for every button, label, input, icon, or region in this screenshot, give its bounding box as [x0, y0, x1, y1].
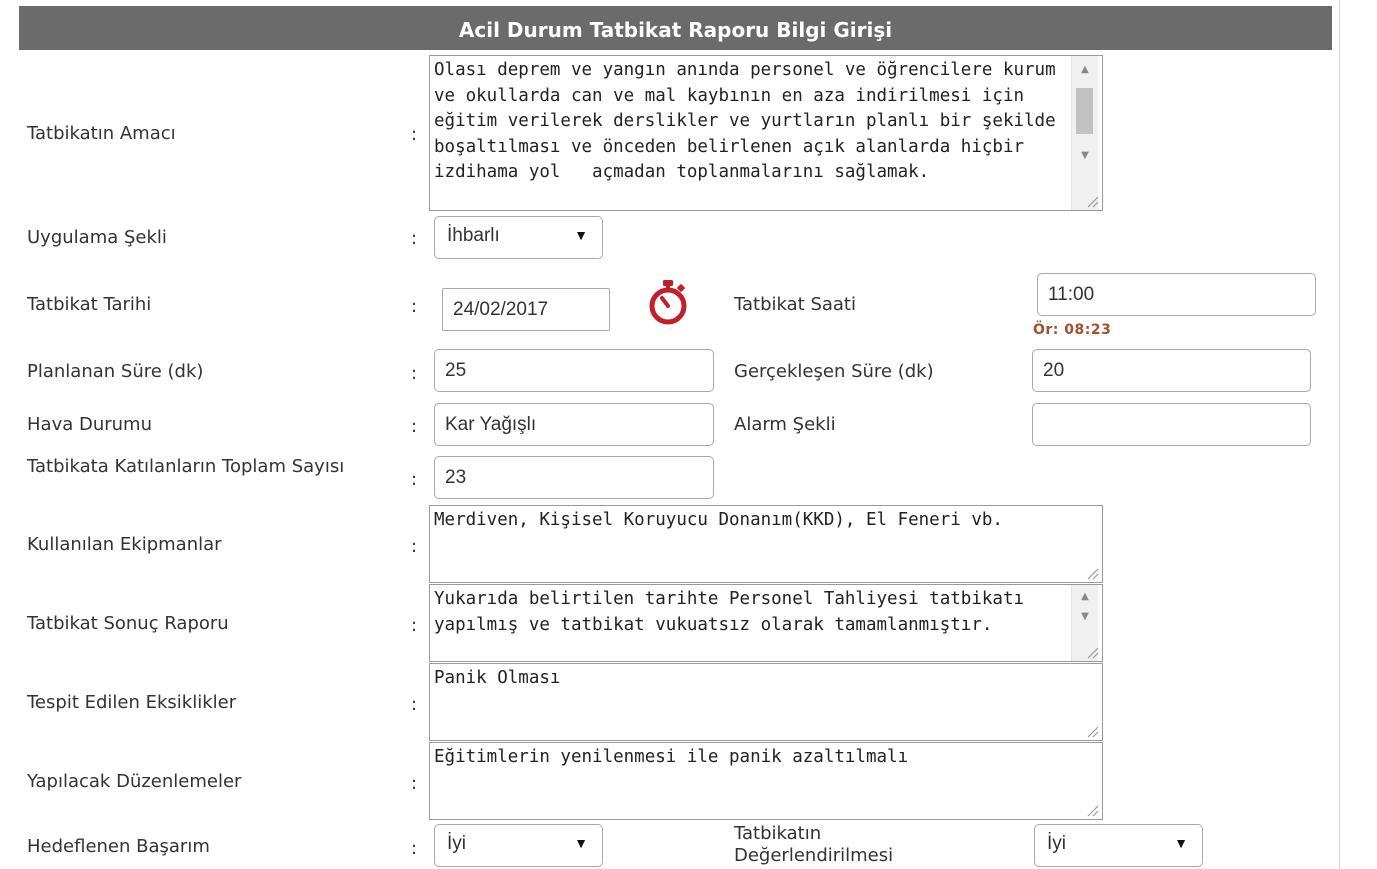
resize-grip-icon[interactable] — [1085, 566, 1099, 580]
scroll-down-icon[interactable]: ▼ — [1072, 150, 1098, 161]
alarm-type-label: Alarm Şekli — [734, 414, 836, 435]
purpose-label: Tatbikatın Amacı — [27, 123, 176, 144]
target-success-select[interactable]: İyi ▼ — [434, 824, 603, 867]
alarm-type-input[interactable] — [1032, 403, 1311, 446]
dropdown-arrow-icon: ▼ — [574, 227, 588, 243]
drill-date-label: Tatbikat Tarihi — [27, 294, 152, 315]
scroll-thumb[interactable] — [1076, 88, 1093, 134]
evaluation-select[interactable]: İyi ▼ — [1034, 824, 1203, 867]
colon: : — [411, 416, 418, 437]
scroll-up-icon[interactable]: ▲ — [1072, 64, 1098, 75]
form-title: Acil Durum Tatbikat Raporu Bilgi Girişi — [19, 6, 1332, 50]
weather-input[interactable] — [434, 403, 714, 446]
equipment-label: Kullanılan Ekipmanlar — [27, 534, 222, 555]
time-format-hint: Ör: 08:23 — [1033, 322, 1112, 338]
weather-label: Hava Durumu — [27, 414, 152, 435]
resize-grip-icon[interactable] — [1085, 645, 1099, 659]
drill-date-input[interactable] — [442, 288, 610, 331]
participants-input[interactable] — [434, 456, 714, 499]
participants-label: Tatbikata Katılanların Toplam Sayısı — [27, 456, 345, 477]
colon: : — [411, 296, 418, 317]
drill-time-label: Tatbikat Saati — [734, 294, 856, 315]
purpose-scrollbar[interactable]: ▲ ▼ — [1071, 56, 1098, 210]
application-type-select[interactable]: İhbarlı ▼ — [434, 216, 603, 259]
stopwatch-icon[interactable] — [643, 277, 693, 327]
colon: : — [411, 615, 418, 636]
colon: : — [411, 536, 418, 557]
actual-duration-label: Gerçekleşen Süre (dk) — [734, 361, 934, 382]
actual-duration-input[interactable] — [1032, 349, 1311, 392]
drill-time-input[interactable] — [1037, 273, 1316, 316]
target-success-label: Hedeflenen Başarım — [27, 836, 210, 857]
application-type-value: İhbarlı — [447, 225, 500, 246]
planned-duration-input[interactable] — [434, 349, 714, 392]
scroll-up-icon[interactable]: ▲ — [1072, 591, 1098, 602]
resize-grip-icon[interactable] — [1085, 724, 1099, 738]
drill-report-form: Acil Durum Tatbikat Raporu Bilgi Girişi … — [19, 6, 1332, 869]
scroll-down-icon[interactable]: ▼ — [1072, 611, 1098, 622]
resize-grip-icon[interactable] — [1085, 803, 1099, 817]
target-success-value: İyi — [447, 833, 466, 854]
improvements-textarea[interactable]: Eğitimlerin yenilenmesi ile panik azaltı… — [429, 742, 1103, 820]
dropdown-arrow-icon: ▼ — [574, 835, 588, 851]
deficiencies-textarea[interactable]: Panik Olması — [429, 663, 1103, 741]
page-edge-divider — [1339, 0, 1340, 869]
colon: : — [411, 228, 418, 249]
colon: : — [411, 694, 418, 715]
application-type-label: Uygulama Şekli — [27, 227, 167, 248]
colon: : — [411, 469, 418, 490]
purpose-textarea[interactable]: Olası deprem ve yangın anında personel v… — [429, 55, 1103, 211]
colon: : — [411, 773, 418, 794]
colon: : — [411, 363, 418, 384]
colon: : — [411, 838, 418, 859]
resize-grip-icon[interactable] — [1085, 194, 1099, 208]
improvements-label: Yapılacak Düzenlemeler — [27, 771, 242, 792]
equipment-textarea[interactable]: Merdiven, Kişisel Koruyucu Donanım(KKD),… — [429, 505, 1103, 583]
dropdown-arrow-icon: ▼ — [1174, 835, 1188, 851]
deficiencies-label: Tespit Edilen Eksiklikler — [27, 692, 237, 713]
evaluation-label: Tatbikatın Değerlendirilmesi — [734, 823, 894, 866]
result-report-label: Tatbikat Sonuç Raporu — [27, 613, 229, 634]
result-report-textarea[interactable]: Yukarıda belirtilen tarihte Personel Tah… — [429, 584, 1103, 662]
colon: : — [411, 124, 418, 145]
planned-duration-label: Planlanan Süre (dk) — [27, 361, 204, 382]
evaluation-value: İyi — [1047, 833, 1066, 854]
